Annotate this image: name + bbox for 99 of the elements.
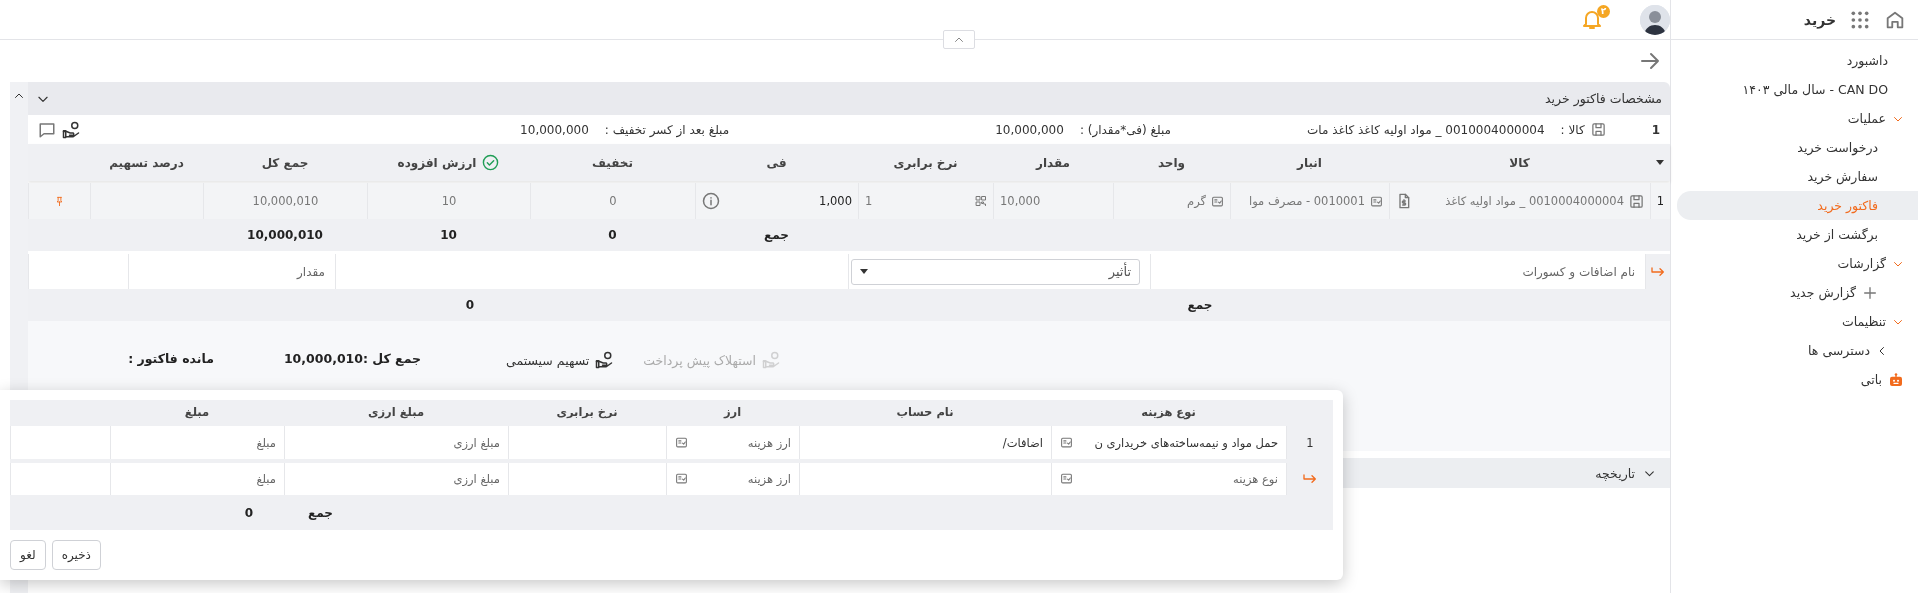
sidebar-item[interactable]: درخواست خرید [1685,133,1918,162]
table-cell: 1 [865,194,873,208]
sidebar-item[interactable]: داشبورد [1685,46,1918,75]
input-field[interactable]: ارز هزینه [747,471,791,486]
list-icon [1060,436,1073,449]
save-icon [1590,122,1606,137]
hand-coin-icon [595,351,614,369]
apps-icon [1850,9,1870,30]
column-header: فی [766,155,787,170]
sidebar-group[interactable]: گزارشات [1685,249,1918,278]
input-field[interactable]: نوع هزینه [1233,471,1278,486]
column-header: نوع هزینه [1141,405,1196,420]
sidebar-group[interactable]: تنظیمات [1685,307,1918,336]
column-header: جمع کل [261,155,309,170]
sidebar-group[interactable]: دسترسی ها [1685,336,1918,365]
save-icon [1629,193,1644,209]
list-icon [675,472,688,486]
footer-action[interactable]: تسهیم سیستمی [506,351,614,369]
item-label: کالا : [1560,122,1585,137]
sidebar-item[interactable]: برگشت از خرید [1685,220,1918,249]
total-label: جمع [1187,298,1213,312]
item-value: 0010004000004 _ مواد اولیه کاغذ کاغذ مات [1307,122,1545,137]
input-field[interactable] [799,462,1051,495]
input-field[interactable]: مبلغ [256,471,276,486]
qr-code-icon [975,195,987,207]
input-field[interactable]: ارز هزینه [747,435,791,450]
footer-total: جمع کل :10,000,010 [283,351,422,366]
table-cell: 0 [609,194,617,208]
info-icon [702,192,720,210]
table-cell: 0010004000004 _ مواد اولیه کاغذ [1445,194,1624,208]
total-value: 0 [608,228,617,242]
column-header: ارزش افزوده [397,155,477,170]
hand-coin-icon [762,351,780,369]
input-field[interactable] [335,254,848,289]
document-dollar-icon [1396,193,1412,209]
sidebar-group[interactable]: عملیات [1685,104,1918,133]
net-amount-value: 10,000,000 [520,122,589,137]
sidebar-item[interactable]: باتی [1685,365,1918,394]
column-header: انبار [1297,155,1322,170]
column-header: درصد تسهیم [109,155,184,170]
sidebar-item[interactable]: سفارش خرید [1685,162,1918,191]
notification-badge: ۲ [1597,4,1610,18]
input-field[interactable]: مبلغ ارزی [453,435,500,450]
collapse-tab[interactable] [943,30,975,49]
comment-icon [38,120,56,139]
table-cell: 1,000 [819,194,852,208]
plus-icon [1862,284,1878,301]
app-title: خرید [1803,11,1836,28]
table-cell: 10,000 [1000,194,1041,208]
total-value: 0 [465,298,475,312]
table-cell: 10 [441,194,457,208]
column-header: واحد [1157,155,1186,170]
caret-icon[interactable] [1656,160,1664,165]
column-header: کالا [1509,155,1530,170]
footer-total: مانده فاکتور : [128,351,214,366]
input-field[interactable] [508,426,666,459]
amount-value: 10,000,000 [995,122,1064,137]
total-value: 10 [440,228,457,242]
sidebar-item[interactable]: گزارش جدید [1685,278,1918,307]
avatar[interactable] [1640,4,1670,35]
list-icon [1370,194,1383,208]
column-header: نرخ برابری [556,405,618,420]
dialog-button[interactable]: ذخیره [51,540,101,570]
panel-header[interactable]: مشخصات فاکتور خرید [28,82,1670,115]
effect-dropdown[interactable]: تأثیر [851,258,1140,285]
column-header: تخفیف [592,155,633,170]
column-header: مبلغ ارزی [367,405,425,420]
table-cell: حمل مواد و نیمه‌ساخته‌های خریداری ن [1094,435,1278,450]
check-circle-icon [482,154,500,171]
pin-icon [54,195,65,207]
input-field[interactable] [508,462,666,495]
total-label: جمع [308,506,333,521]
net-amount-label: مبلغ بعد از کسر تخفیف : [604,122,730,137]
total-value: 10,000,010 [247,228,323,242]
list-icon [1211,194,1224,208]
row-number: 1 [1651,122,1660,137]
sidebar-item[interactable]: CAN DO - سال مالی ۱۴۰۳ [1685,75,1918,104]
input-field[interactable]: مبلغ ارزی [453,471,500,486]
column-header: مبلغ [184,405,210,420]
dialog-button[interactable]: لغو [10,540,46,570]
list-icon [1060,472,1073,486]
table-cell: 10,000,010 [252,194,319,208]
list-icon [675,436,688,449]
input-field[interactable]: مبلغ [256,435,276,450]
table-cell: گرم [1187,194,1206,208]
total-value: 0 [244,506,254,521]
column-header: ارز [723,405,742,420]
hand-coin-icon [62,120,80,139]
column-header: نام حساب [896,405,954,420]
column-header: نرخ برابری [893,155,958,170]
table-cell: اضافات/ [1002,435,1043,450]
panel-title: مشخصات فاکتور خرید [1545,91,1662,106]
input-field[interactable]: مقدار [128,254,335,289]
input-field[interactable]: نام اضافات و کسورات [1150,254,1645,289]
total-label: جمع [764,228,789,242]
robot-icon [1888,371,1904,388]
table-cell: 0010001 - مصرف موا [1248,194,1365,208]
column-header: مقدار [1036,155,1070,170]
amount-label: مبلغ (فی*مقدار) : [1079,122,1171,137]
